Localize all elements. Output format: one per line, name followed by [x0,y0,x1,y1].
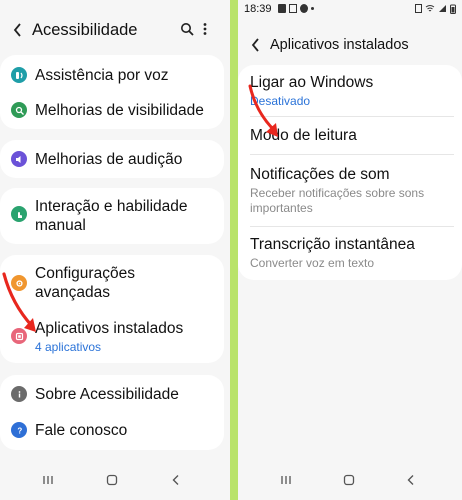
settings-group: Sobre Acessibilidade ? Fale conosco [0,375,224,450]
list-item-link-to-windows[interactable]: Ligar ao Windows Desativado [238,70,462,114]
hearing-icon [11,151,27,167]
settings-group: Assistência por voz Melhorias de visibil… [0,55,224,129]
list-item-hearing[interactable]: Melhorias de audição [0,145,224,173]
settings-group: Interação e habilidade manual [0,188,224,244]
item-subtitle: Receber notificações sobre sons importan… [250,186,425,215]
item-label: Notificações de som [250,166,390,183]
status-bar: 18:39 [244,3,456,17]
back-nav-icon [172,475,179,485]
page-title: Acessibilidade [32,20,138,39]
more-options-button[interactable] [202,22,212,38]
visibility-icon [11,102,27,118]
item-label: Configurações [35,265,135,282]
advanced-settings-icon [11,275,27,291]
divider [250,226,454,227]
back-nav-icon [407,475,414,485]
contact-icon: ? [11,422,27,438]
list-item-live-transcribe[interactable]: Transcrição instantânea Converter voz em… [238,232,462,276]
back-arrow-icon [13,23,21,37]
header: Aplicativos instalados [238,33,462,57]
header: Acessibilidade [0,18,230,42]
item-label: Ligar ao Windows [250,74,374,91]
accessibility-screen: Acessibilidade Assistência por voz Melho… [0,0,230,500]
back-button[interactable] [10,23,24,37]
alarm-icon [415,4,422,13]
list-item-visibility[interactable]: Melhorias de visibilidade [0,96,224,124]
notification-icon [289,4,297,13]
item-label-line2: avançadas [35,284,110,301]
item-label: Melhorias de visibilidade [35,102,204,119]
status-notification-icons [278,4,314,13]
page-title: Aplicativos instalados [270,37,409,53]
home-button[interactable] [104,472,120,488]
item-label: Melhorias de audição [35,151,183,168]
wifi-icon [425,5,435,12]
info-icon [11,386,27,402]
item-label: Fale conosco [35,422,128,439]
list-item-interaction[interactable]: Interação e habilidade manual [0,194,224,238]
status-time: 18:39 [244,3,272,15]
item-subtitle: 4 aplicativos [35,340,102,354]
more-notifications-icon [311,7,314,10]
item-label: Interação e habilidade [35,198,188,215]
back-nav-button[interactable] [403,472,419,488]
item-subtitle: Desativado [250,94,311,108]
voice-assistant-icon [11,67,27,83]
installed-apps-screen: 18:39 Aplicativos instalados Ligar ao Wi… [238,0,462,500]
back-nav-button[interactable] [168,472,184,488]
battery-icon [450,4,456,14]
item-label: Modo de leitura [250,127,357,144]
notification-icon [278,4,286,13]
notification-icon [300,4,308,13]
item-label: Sobre Acessibilidade [35,386,179,403]
installed-apps-list: Ligar ao Windows Desativado Modo de leit… [238,65,462,280]
list-item-about[interactable]: Sobre Acessibilidade [0,380,224,408]
list-item-contact[interactable]: ? Fale conosco [0,416,224,444]
recent-apps-icon [281,476,291,484]
list-item-reading-mode[interactable]: Modo de leitura [238,122,462,150]
divider [250,154,454,155]
list-item-sound-notifications[interactable]: Notificações de som Receber notificações… [238,163,462,221]
list-item-voice-assistant[interactable]: Assistência por voz [0,61,224,89]
installed-apps-icon [11,328,27,344]
recent-apps-button[interactable] [40,472,56,488]
home-icon [106,474,118,486]
home-button[interactable] [341,472,357,488]
settings-group: Melhorias de audição [0,140,224,178]
item-label-line2: manual [35,217,86,234]
home-icon [343,474,355,486]
item-label: Aplicativos instalados [35,320,184,337]
item-label: Transcrição instantânea [250,236,415,253]
list-item-installed-apps[interactable]: Aplicativos instalados 4 aplicativos [0,315,224,357]
item-label: Assistência por voz [35,67,169,84]
search-button[interactable] [180,22,196,38]
interaction-icon [11,206,27,222]
signal-icon [439,5,446,12]
svg-text:?: ? [17,426,22,435]
back-arrow-icon [251,38,259,52]
item-subtitle: Converter voz em texto [250,256,375,270]
recent-apps-icon [43,476,53,484]
recent-apps-button[interactable] [278,472,294,488]
more-vertical-icon [203,23,207,35]
search-icon [181,23,194,36]
navigation-bar [0,460,230,500]
back-button[interactable] [248,38,262,52]
settings-group: Configurações avançadas Aplicativos inst… [0,255,224,363]
navigation-bar [238,460,462,500]
list-item-advanced-settings[interactable]: Configurações avançadas [0,261,224,305]
status-system-icons [415,4,456,14]
divider [250,116,454,117]
